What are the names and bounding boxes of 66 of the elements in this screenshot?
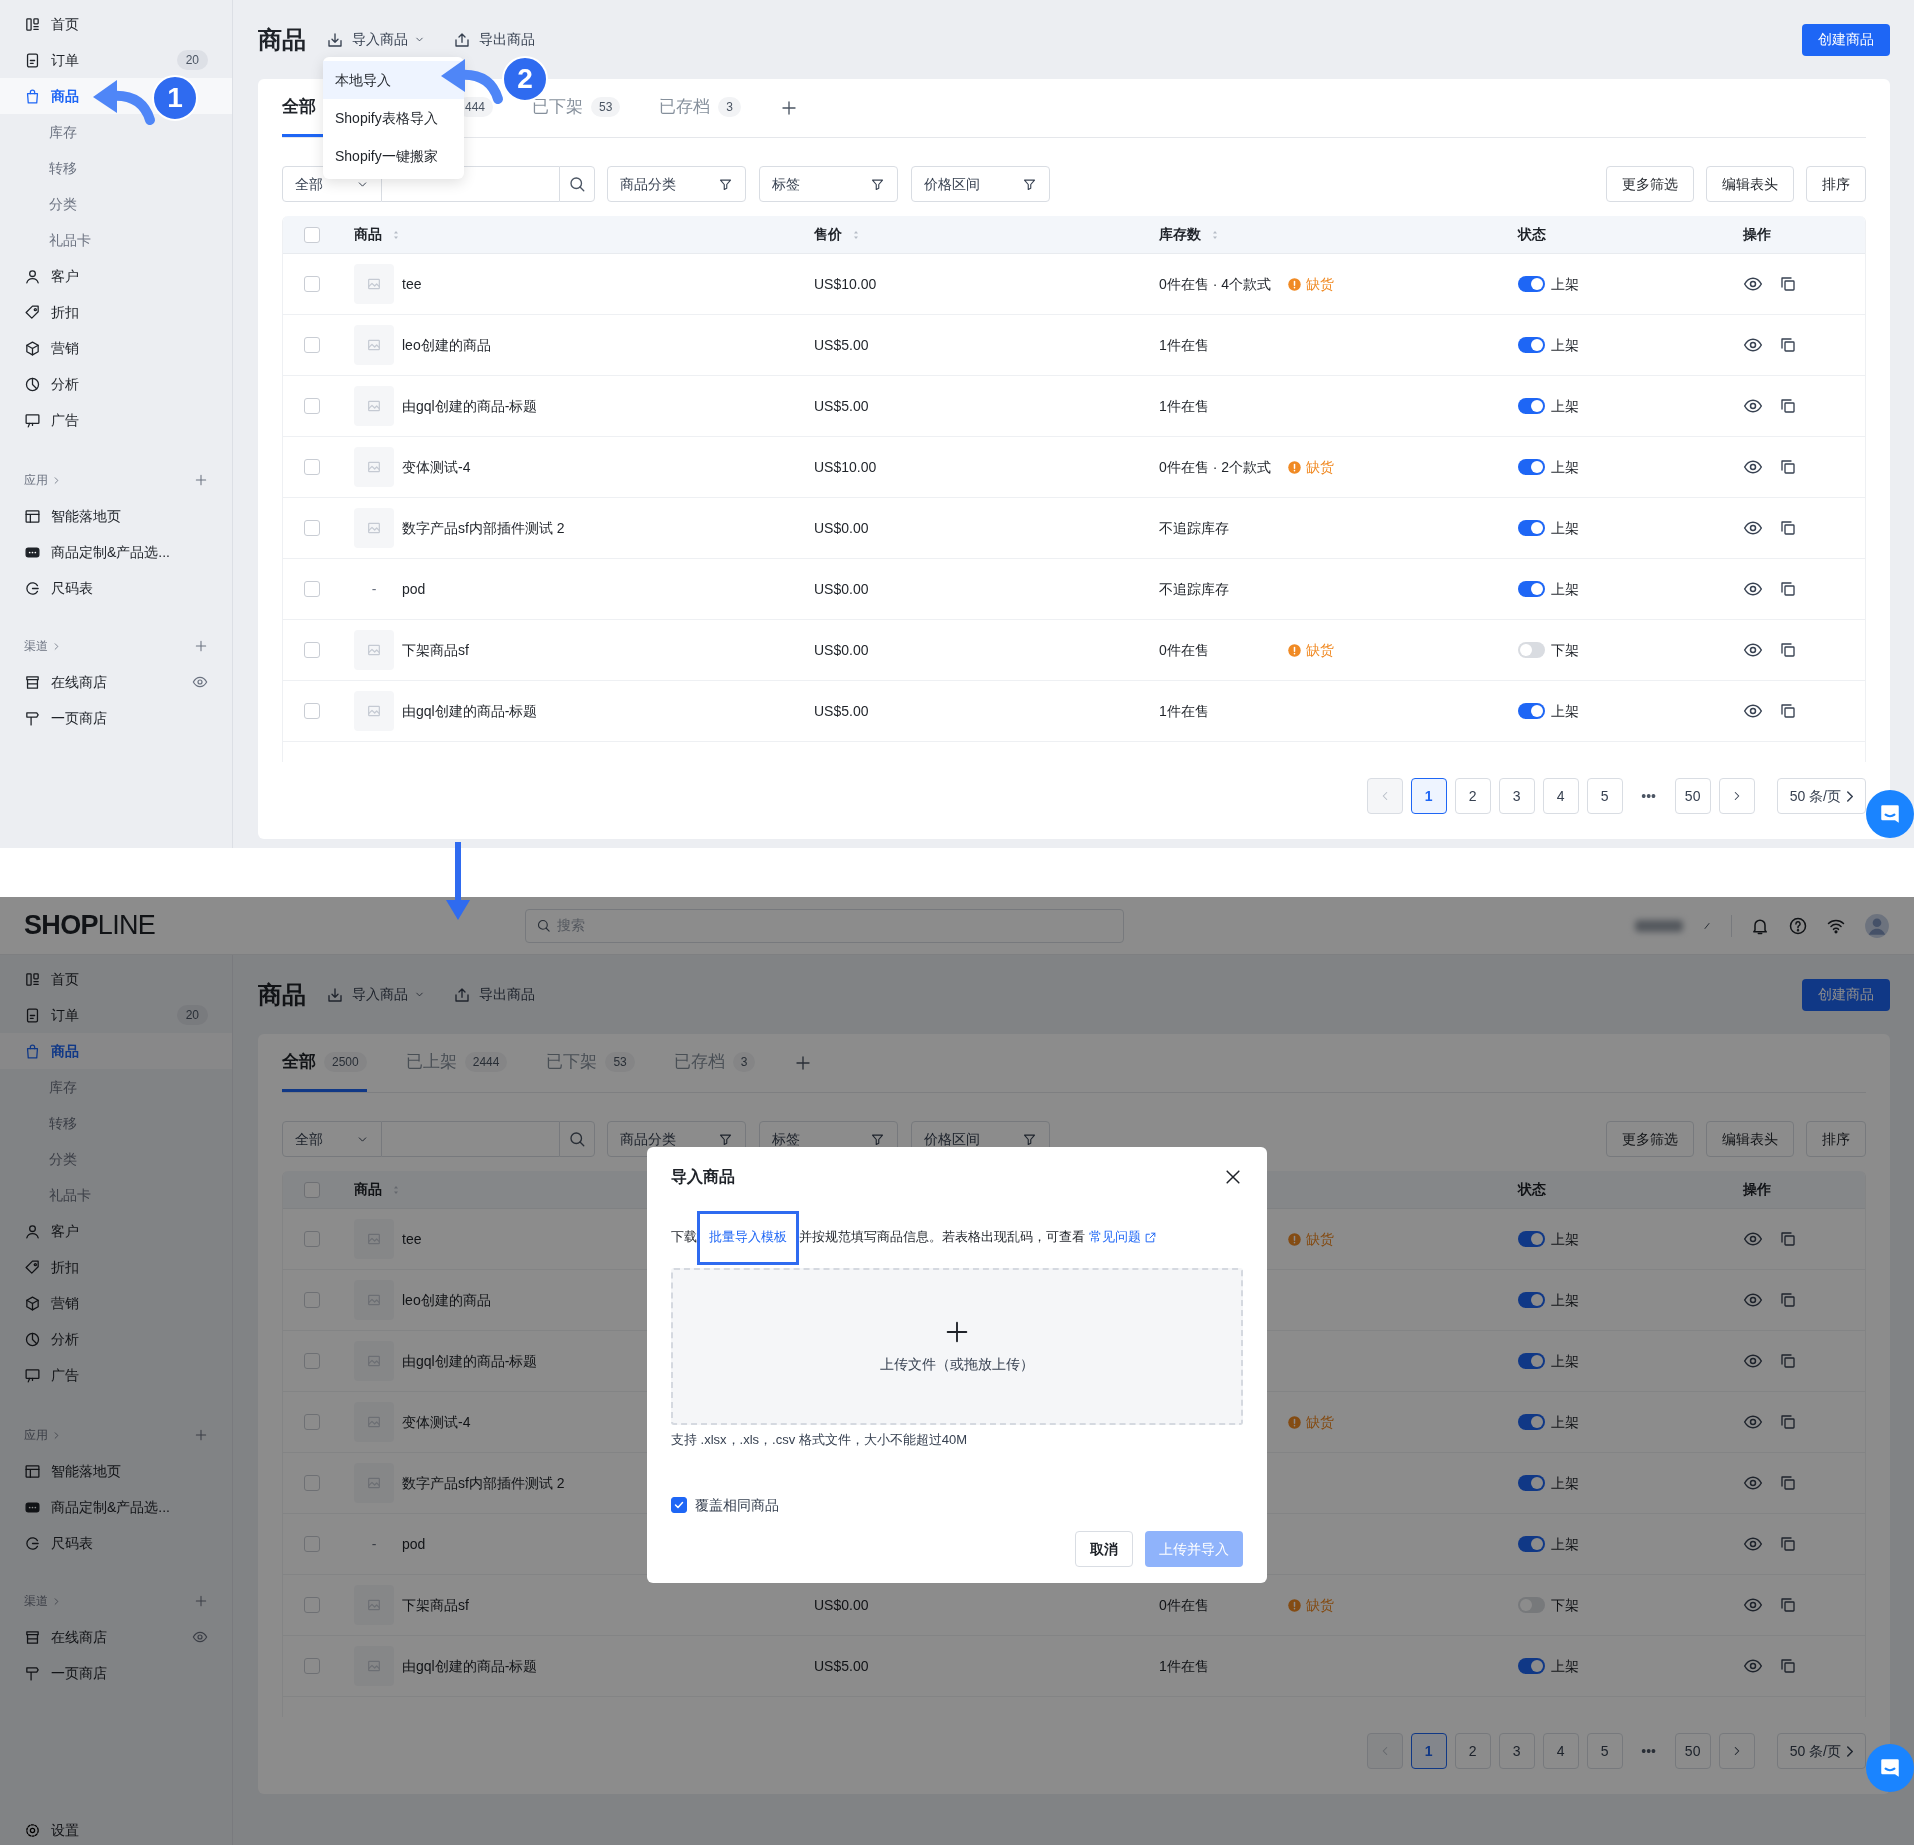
status-text: 上架 <box>1551 274 1579 294</box>
price-text: US$5.00 <box>814 337 869 353</box>
status-text: 上架 <box>1551 1351 1579 1371</box>
instruction-text: 下载 批量导入模板 并按规范填写商品信息。若表格出现乱码，可查看 常见问题 <box>671 1225 1243 1249</box>
placeholder-text: - <box>370 579 378 599</box>
shortage-label: 缺货 <box>1287 273 1334 295</box>
section-title: 渠道 <box>24 638 48 655</box>
logo: SHOPLINE <box>24 909 157 943</box>
ellipsis: ••• <box>1640 1741 1657 1761</box>
dialog-title: 导入商品 <box>671 1167 735 1187</box>
stock-text: 0件在售 <box>1159 1595 1209 1615</box>
page-title: 商品 <box>258 979 306 1010</box>
price-text: US$10.00 <box>814 459 877 475</box>
count-badge: 20 <box>176 50 208 70</box>
status-text: 下架 <box>1551 640 1579 660</box>
status-text: 上架 <box>1551 335 1579 355</box>
stock-text: 0件在售 · 4个款式 <box>1159 274 1271 294</box>
price-text: US$5.00 <box>814 398 869 414</box>
price-text: US$0.00 <box>814 520 869 536</box>
upload-label: 上传文件（或拖放上传） <box>880 1355 1034 1374</box>
stock-text: 1件在售 <box>1159 335 1209 355</box>
count-badge: 2500 <box>324 1051 367 1072</box>
section-title: 应用 <box>24 472 48 489</box>
section-title: 渠道 <box>24 1593 48 1610</box>
status-text: 上架 <box>1551 701 1579 721</box>
stock-text: 0件在售 · 2个款式 <box>1159 457 1271 477</box>
ellipsis: ••• <box>1640 786 1657 806</box>
shortage-label: 缺货 <box>1287 639 1334 661</box>
status-text: 上架 <box>1551 1473 1579 1493</box>
price-text: US$0.00 <box>814 1597 869 1613</box>
price-text: US$5.00 <box>814 1658 869 1674</box>
status-text: 上架 <box>1551 1534 1579 1554</box>
count-badge: 53 <box>605 1051 635 1072</box>
status-text: 上架 <box>1551 518 1579 538</box>
price-text: US$0.00 <box>814 581 869 597</box>
status-text: 上架 <box>1551 1229 1579 1249</box>
status-text: 上架 <box>1551 579 1579 599</box>
count-badge: 3 <box>718 96 742 117</box>
price-text: US$0.00 <box>814 642 869 658</box>
shortage-label: 缺货 <box>1287 1228 1334 1250</box>
count-badge: 2444 <box>464 1051 508 1072</box>
price-text: US$10.00 <box>814 276 877 292</box>
placeholder-text: - <box>370 1534 378 1554</box>
hint-text: 支持 .xlsx，.xls，.csv 格式文件，大小不能超过40M <box>671 1431 969 1449</box>
count-badge: 3 <box>732 1051 756 1072</box>
count-badge: 53 <box>591 96 621 117</box>
price-text: US$5.00 <box>814 703 869 719</box>
stock-text: 1件在售 <box>1159 396 1209 416</box>
status-text: 上架 <box>1551 457 1579 477</box>
page-title: 商品 <box>258 24 306 55</box>
status-text: 上架 <box>1551 1656 1579 1676</box>
status-text: 上架 <box>1551 1290 1579 1310</box>
status-text: 上架 <box>1551 1412 1579 1432</box>
checkbox-label: 覆盖相同商品 <box>695 1495 779 1515</box>
status-text: 上架 <box>1551 396 1579 416</box>
shortage-label: 缺货 <box>1287 456 1334 478</box>
section-title: 应用 <box>24 1427 48 1444</box>
stock-text: 不追踪库存 <box>1159 518 1229 538</box>
shortage-label: 缺货 <box>1287 1594 1334 1616</box>
count-badge: 20 <box>176 1005 208 1025</box>
stock-text: 1件在售 <box>1159 1656 1209 1676</box>
status-text: 下架 <box>1551 1595 1579 1615</box>
stock-text: 1件在售 <box>1159 701 1209 721</box>
stock-text: 0件在售 <box>1159 640 1209 660</box>
stock-text: 不追踪库存 <box>1159 579 1229 599</box>
shortage-label: 缺货 <box>1287 1411 1334 1433</box>
